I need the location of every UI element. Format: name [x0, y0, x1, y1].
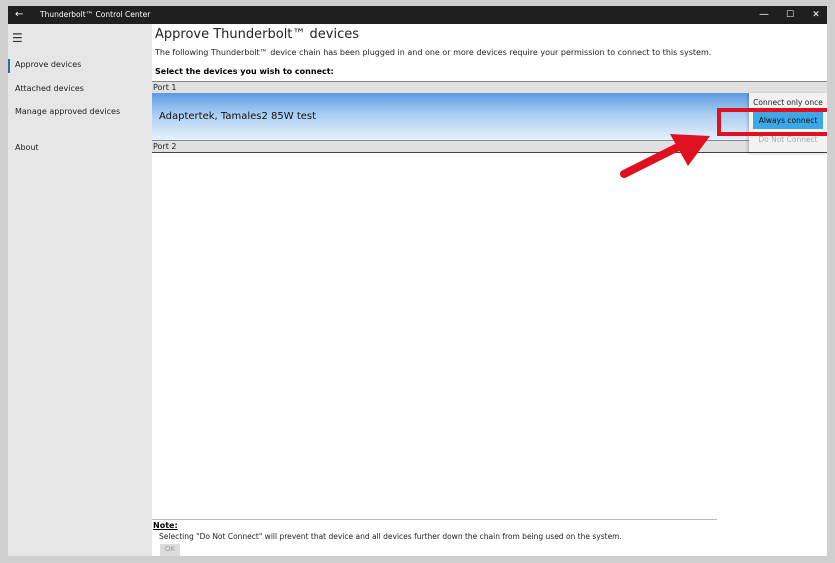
selected-nav-indicator [8, 59, 10, 73]
port-2-header: Port 2 [152, 140, 827, 153]
annotation-highlight-box [717, 108, 827, 136]
sidebar-item-manage-approved-devices[interactable]: Manage approved devices [15, 106, 120, 118]
minimize-button[interactable]: — [754, 7, 774, 23]
note-text: Selecting "Do Not Connect" will prevent … [159, 532, 622, 541]
sidebar: ☰ Approve devices Attached devices Manag… [8, 24, 152, 556]
page-title: Approve Thunderbolt™ devices [155, 27, 360, 42]
window-title: Thunderbolt™ Control Center [40, 10, 151, 19]
title-bar: ← Thunderbolt™ Control Center — ☐ ✕ [8, 6, 827, 24]
hamburger-menu-icon[interactable]: ☰ [12, 32, 23, 44]
note-label: Note: [153, 521, 178, 530]
ok-button[interactable]: OK [160, 544, 180, 556]
back-arrow-icon[interactable]: ← [15, 8, 23, 22]
page-description: The following Thunderbolt™ device chain … [155, 48, 712, 57]
device-name: Adaptertek, Tamales2 85W test [159, 111, 317, 122]
port-1-header: Port 1 [152, 81, 827, 93]
sidebar-item-attached-devices[interactable]: Attached devices [15, 83, 84, 95]
sidebar-item-approve-devices[interactable]: Approve devices [15, 59, 81, 71]
main-content: Approve Thunderbolt™ devices The followi… [152, 24, 827, 556]
app-window: ← Thunderbolt™ Control Center — ☐ ✕ ☰ Ap… [8, 6, 827, 556]
select-devices-label: Select the devices you wish to connect: [155, 67, 334, 76]
annotation-arrow-icon [620, 134, 710, 178]
note-divider [152, 519, 717, 520]
note-section: Note: Selecting "Do Not Connect" will pr… [152, 519, 827, 556]
sidebar-item-about[interactable]: About [15, 142, 39, 154]
maximize-button[interactable]: ☐ [780, 7, 800, 23]
close-button[interactable]: ✕ [806, 7, 826, 23]
